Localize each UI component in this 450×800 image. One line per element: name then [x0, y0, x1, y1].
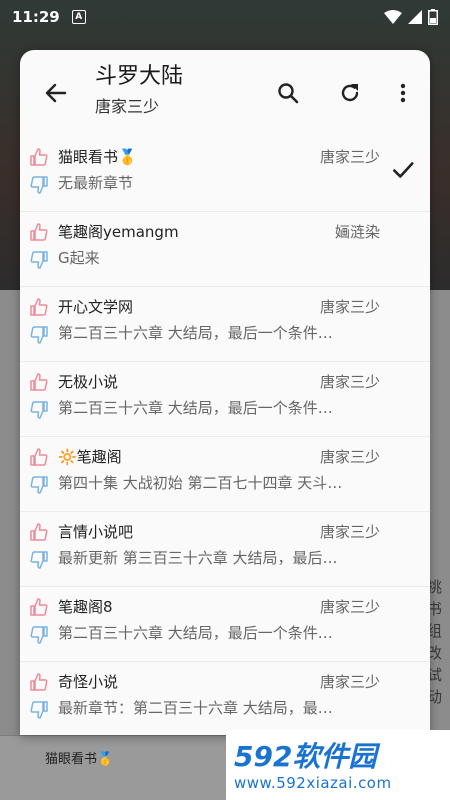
source-row[interactable]: 🔆笔趣阁 唐家三少 第四十集 大战初始 第二百七十四章 天斗… — [20, 437, 430, 512]
source-name: 猫眼看书🥇 — [58, 148, 137, 166]
check-icon — [393, 162, 414, 178]
source-list: 猫眼看书🥇 唐家三少 无最新章节 笔趣阁yemangm 婳涟染 G起来 开心文学… — [20, 137, 430, 735]
source-author: 唐家三少 — [319, 373, 380, 391]
change-source-dialog: 斗罗大陆 唐家三少 猫眼看书🥇 唐家三少 无最新章节 笔趣阁yemangm 婳涟… — [20, 50, 430, 735]
search-button[interactable] — [270, 75, 306, 111]
background-bottom-label: 猫眼看书🥇 — [45, 752, 114, 767]
title-block: 斗罗大陆 唐家三少 — [95, 62, 183, 120]
watermark: 592软件园 www.592xiazai.com — [226, 730, 450, 800]
thumb-down-icon[interactable] — [29, 325, 49, 345]
book-author: 唐家三少 — [95, 97, 160, 116]
status-bar: 11:29 A — [0, 0, 450, 34]
signal-icon — [408, 10, 422, 24]
source-name: 🔆笔趣阁 — [58, 448, 122, 466]
source-author: 唐家三少 — [319, 673, 380, 691]
source-row[interactable]: 开心文学网 唐家三少 第二百三十六章 大结局，最后一个条件… — [20, 287, 430, 362]
refresh-button[interactable] — [332, 75, 368, 111]
refresh-icon — [341, 84, 359, 102]
source-latest-chapter: 最新更新 第三百三十六章 大结局，最后… — [58, 549, 338, 567]
source-latest-chapter: 最新章节：第二百三十六章 大结局，最… — [58, 699, 333, 717]
source-author: 唐家三少 — [319, 148, 380, 166]
source-name: 奇怪小说 — [58, 673, 119, 691]
thumb-down-icon[interactable] — [29, 250, 49, 270]
thumb-down-icon[interactable] — [29, 475, 49, 495]
thumb-down-icon[interactable] — [29, 625, 49, 645]
source-name: 无极小说 — [58, 373, 119, 391]
watermark-logo: 592软件园 — [234, 740, 442, 774]
source-row[interactable]: 笔趣阁8 唐家三少 第二百三十六章 大结局，最后一个条件… — [20, 587, 430, 662]
status-time: 11:29 — [12, 8, 60, 26]
source-author: 唐家三少 — [319, 598, 380, 616]
source-author: 唐家三少 — [319, 523, 380, 541]
dialog-header: 斗罗大陆 唐家三少 — [20, 50, 430, 136]
source-latest-chapter: 第二百三十六章 大结局，最后一个条件… — [58, 624, 333, 642]
source-name: 开心文学网 — [58, 298, 134, 316]
source-latest-chapter: 第二百三十六章 大结局，最后一个条件… — [58, 399, 333, 417]
source-author: 唐家三少 — [319, 298, 380, 316]
search-icon — [278, 83, 299, 104]
source-name: 笔趣阁yemangm — [58, 223, 179, 241]
source-author: 婳涟染 — [334, 223, 380, 241]
more-vert-icon — [400, 83, 406, 103]
thumb-up-icon[interactable] — [29, 672, 49, 692]
back-button[interactable] — [38, 75, 74, 111]
source-row[interactable]: 笔趣阁yemangm 婳涟染 G起来 — [20, 212, 430, 287]
source-row[interactable]: 奇怪小说 唐家三少 最新章节：第二百三十六章 大结局，最… — [20, 662, 430, 735]
source-row[interactable]: 猫眼看书🥇 唐家三少 无最新章节 — [20, 137, 430, 212]
thumb-up-icon[interactable] — [29, 222, 49, 242]
source-latest-chapter: 第二百三十六章 大结局，最后一个条件… — [58, 324, 333, 342]
source-latest-chapter: 第四十集 大战初始 第二百七十四章 天斗… — [58, 474, 343, 492]
source-row[interactable]: 言情小说吧 唐家三少 最新更新 第三百三十六章 大结局，最后… — [20, 512, 430, 587]
notification-icon: A — [71, 10, 86, 24]
arrow-left-icon — [45, 83, 67, 103]
battery-icon — [428, 9, 438, 25]
thumb-up-icon[interactable] — [29, 147, 49, 167]
thumb-up-icon[interactable] — [29, 447, 49, 467]
thumb-up-icon[interactable] — [29, 597, 49, 617]
thumb-down-icon[interactable] — [29, 700, 49, 720]
source-row[interactable]: 无极小说 唐家三少 第二百三十六章 大结局，最后一个条件… — [20, 362, 430, 437]
watermark-brand: 软件园 — [292, 740, 377, 773]
book-title: 斗罗大陆 — [95, 64, 184, 89]
thumb-down-icon[interactable] — [29, 550, 49, 570]
source-latest-chapter: 无最新章节 — [58, 174, 134, 192]
watermark-digits: 592 — [234, 740, 293, 773]
source-author: 唐家三少 — [319, 448, 380, 466]
more-options-button[interactable] — [385, 75, 421, 111]
thumb-up-icon[interactable] — [29, 297, 49, 317]
status-icons — [384, 9, 438, 25]
thumb-up-icon[interactable] — [29, 522, 49, 542]
wifi-icon — [384, 10, 402, 24]
source-name: 言情小说吧 — [58, 523, 134, 541]
source-name: 笔趣阁8 — [58, 598, 113, 616]
thumb-up-icon[interactable] — [29, 372, 49, 392]
source-latest-chapter: G起来 — [58, 249, 100, 267]
watermark-url: www.592xiazai.com — [234, 774, 392, 792]
thumb-down-icon[interactable] — [29, 400, 49, 420]
thumb-down-icon[interactable] — [29, 175, 49, 195]
